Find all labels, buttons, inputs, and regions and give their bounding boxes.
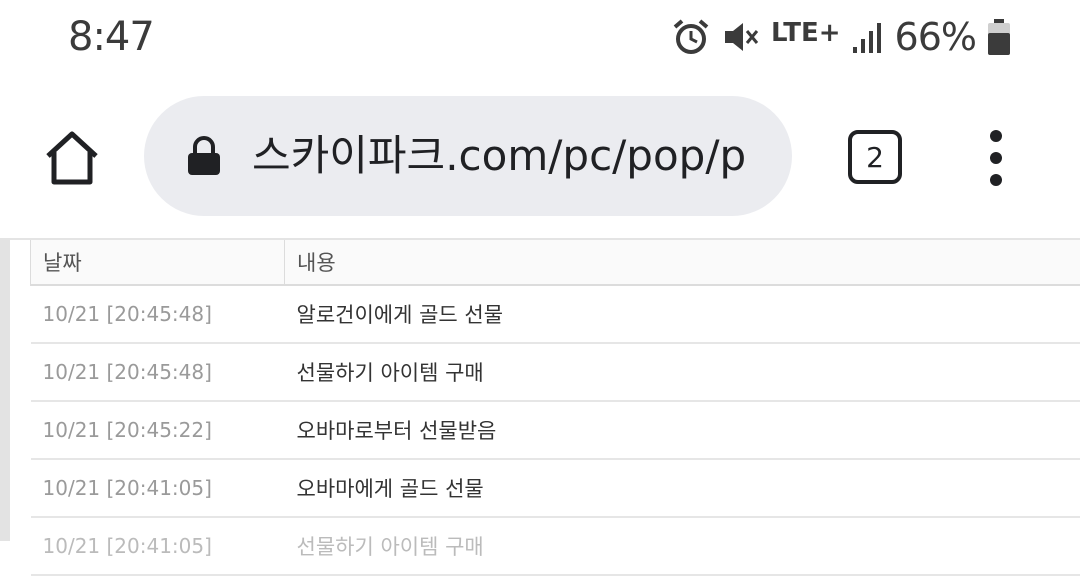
row-date: 10/21 [20:41:05]	[31, 459, 285, 517]
more-menu-icon[interactable]	[976, 128, 1016, 188]
row-content: 오바마로부터 선물받음	[285, 401, 1080, 459]
row-content: 알로건이에게 골드 선물	[285, 285, 1080, 343]
row-date: 10/21 [20:45:22]	[31, 401, 285, 459]
url-text[interactable]: 스카이파크.com/pc/pop/p	[252, 126, 772, 186]
table-header: 날짜 내용	[31, 240, 1080, 285]
page-content: 날짜 내용 10/21 [20:45:48] 알로건이에게 골드 선물 10/2…	[0, 238, 1080, 541]
lock-icon	[186, 136, 222, 176]
table-row: 10/21 [20:45:22] 오바마로부터 선물받음	[31, 401, 1080, 459]
table-row: 10/21 [20:41:05] 오바마에게 골드 선물	[31, 459, 1080, 517]
battery-icon	[986, 17, 1012, 57]
table-row: 10/21 [20:45:48] 선물하기 아이템 구매	[31, 343, 1080, 401]
header-date: 날짜	[31, 240, 285, 285]
header-content: 내용	[285, 240, 1080, 285]
table-row: 10/21 [20:41:05] 선물하기 아이템 구매	[31, 517, 1080, 575]
row-content: 선물하기 아이템 구매	[285, 343, 1080, 401]
status-bar: 8:47 LTE+ 66%	[0, 0, 1080, 78]
alarm-icon	[671, 17, 711, 57]
row-date: 10/21 [20:41:05]	[31, 517, 285, 575]
battery-percent: 66%	[895, 15, 976, 59]
row-date: 10/21 [20:45:48]	[31, 343, 285, 401]
address-bar[interactable]: 스카이파크.com/pc/pop/p	[144, 96, 792, 216]
browser-toolbar: 스카이파크.com/pc/pop/p 2	[0, 78, 1080, 238]
row-content: 선물하기 아이템 구매	[285, 517, 1080, 575]
tab-switcher-icon[interactable]: 2	[848, 130, 902, 184]
row-content: 오바마에게 골드 선물	[285, 459, 1080, 517]
mute-icon	[721, 17, 761, 57]
table-row: 10/21 [20:45:48] 알로건이에게 골드 선물	[31, 285, 1080, 343]
row-date: 10/21 [20:45:48]	[31, 285, 285, 343]
status-icons: LTE+ 66%	[671, 14, 1012, 60]
scroll-strip	[0, 240, 10, 541]
clock: 8:47	[68, 14, 154, 60]
gift-log-table: 날짜 내용 10/21 [20:45:48] 알로건이에게 골드 선물 10/2…	[30, 240, 1080, 576]
home-icon[interactable]	[40, 126, 104, 190]
signal-icon	[851, 17, 885, 57]
lte-icon: LTE+	[771, 18, 841, 48]
